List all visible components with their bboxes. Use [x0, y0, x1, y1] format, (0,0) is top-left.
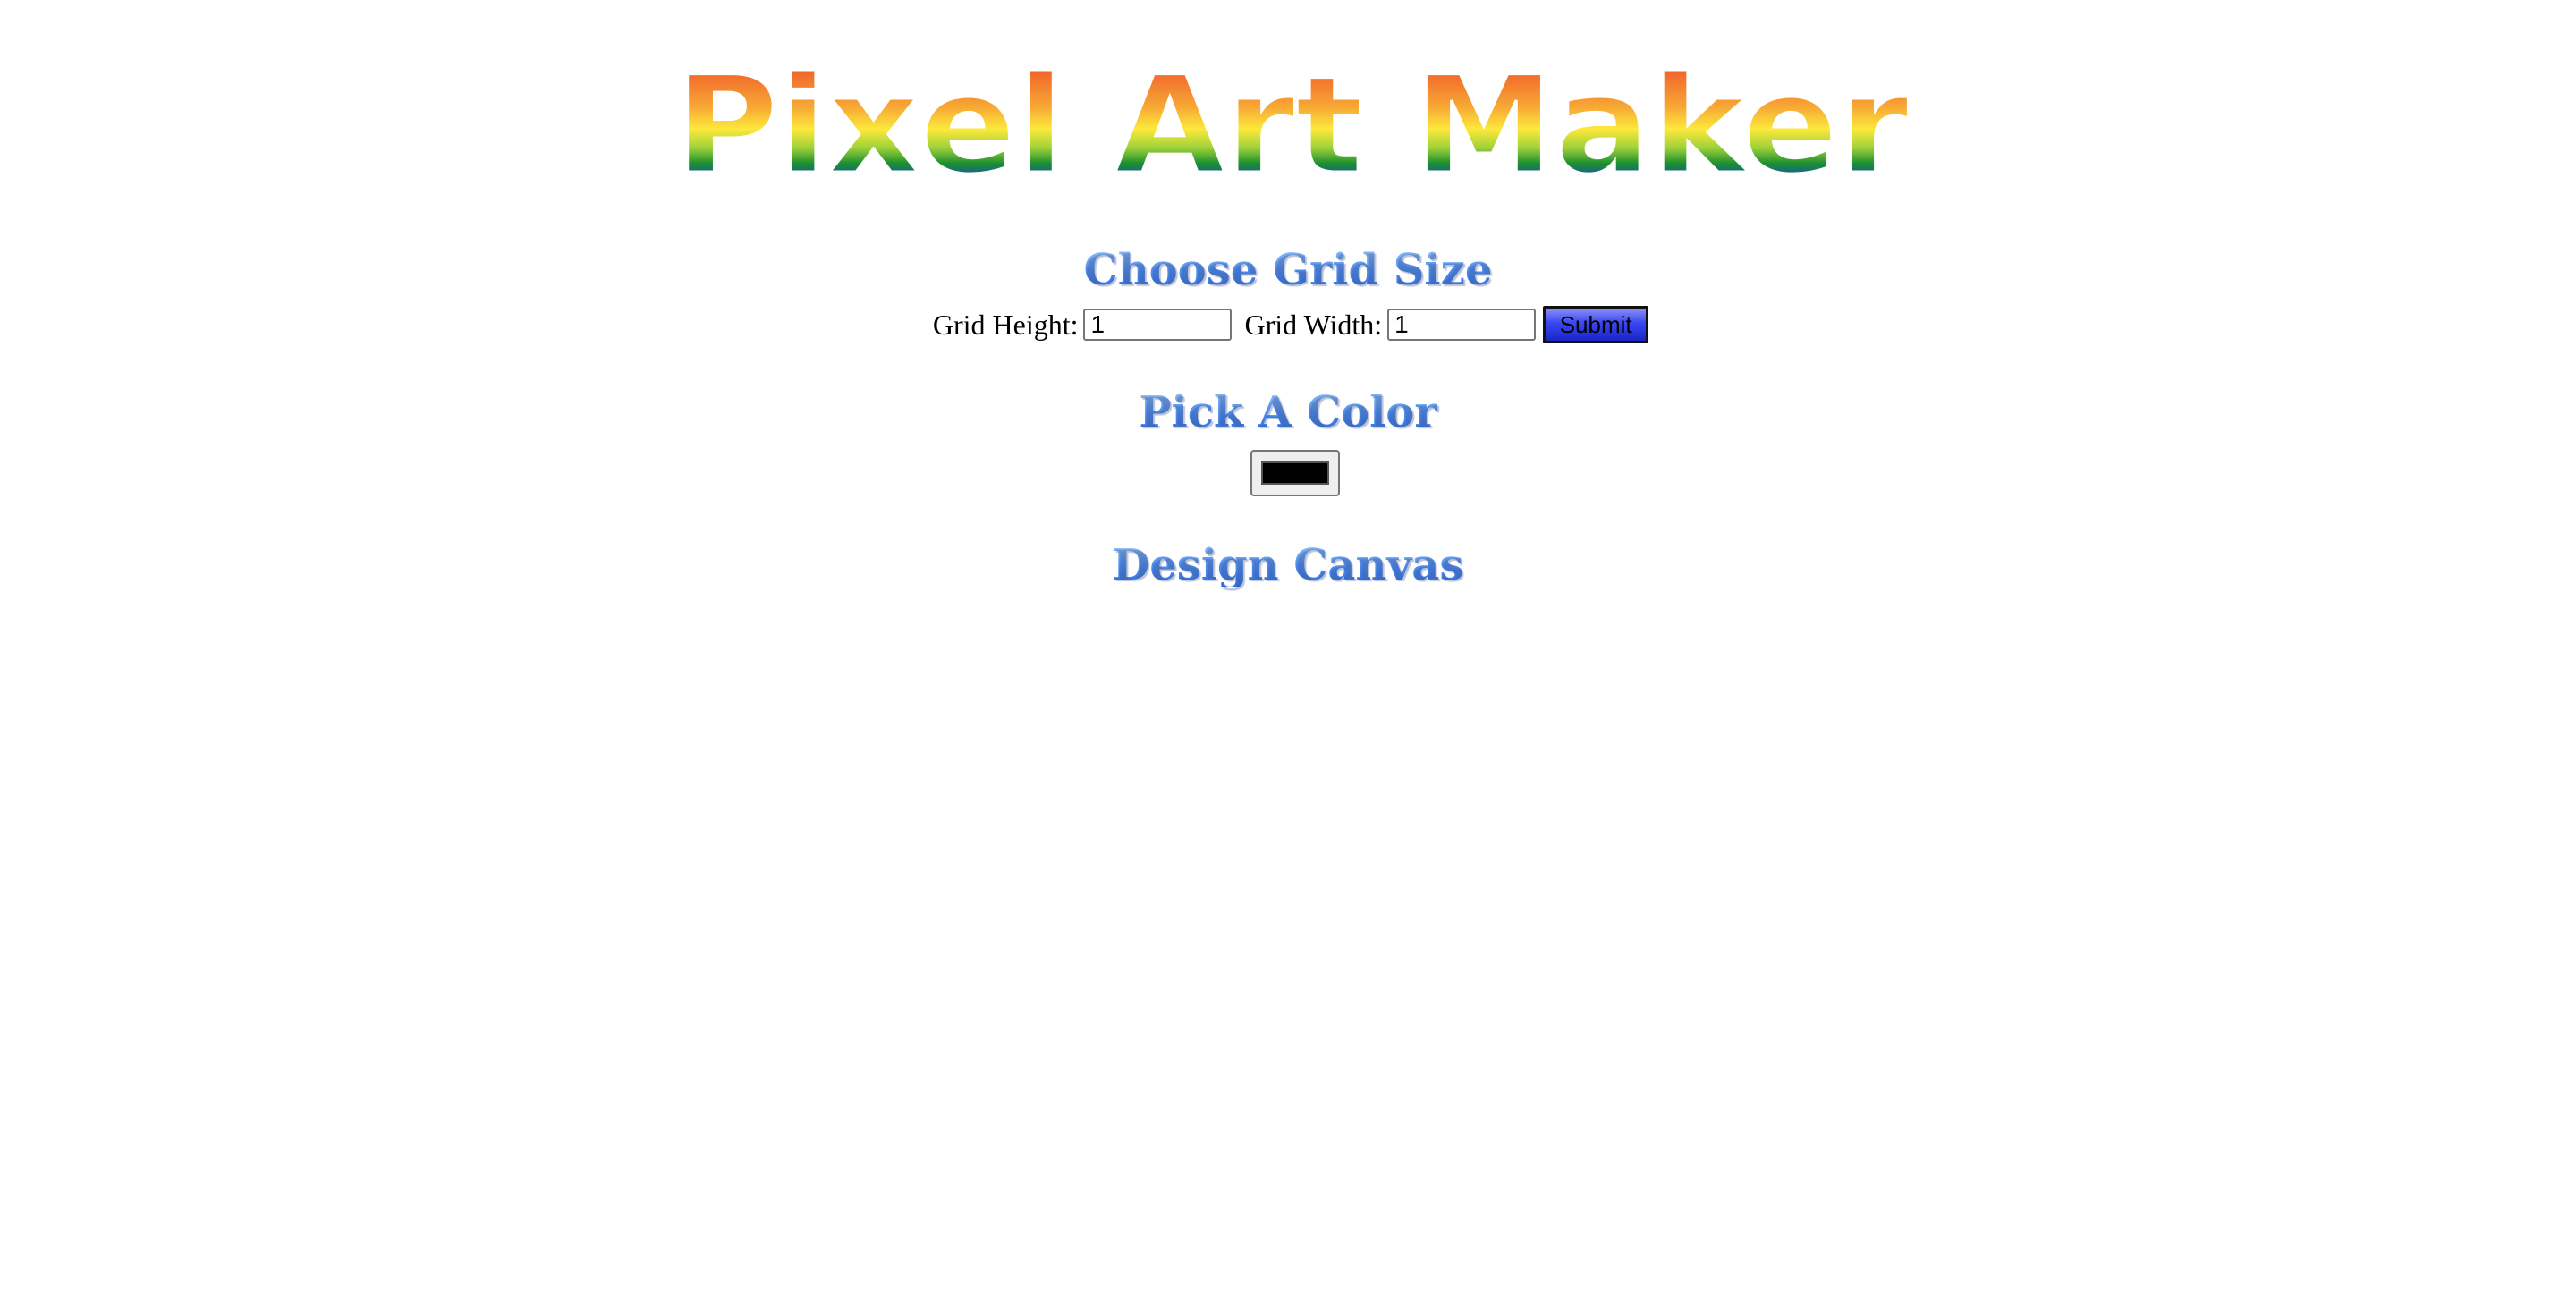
- color-swatch: [1261, 461, 1329, 485]
- grid-width-input[interactable]: [1387, 309, 1537, 341]
- logo-outline: Pixel Art Maker: [674, 63, 1909, 175]
- grid-width-label: Grid Width:: [1244, 308, 1383, 341]
- choose-grid-size-heading: Choose Grid Size: [0, 249, 2576, 292]
- grid-size-form: Grid Height: Grid Width: Submit: [0, 306, 2576, 343]
- pixel-art-maker-logo: Pixel Art Maker Pixel Art Maker: [674, 63, 1911, 175]
- pick-a-color-heading: Pick A Color: [0, 391, 2576, 434]
- grid-height-label: Grid Height:: [932, 308, 1079, 341]
- submit-button[interactable]: Submit: [1543, 306, 1649, 343]
- page: Pixel Art Maker Pixel Art Maker Choose G…: [0, 0, 2576, 1295]
- color-picker[interactable]: [1250, 450, 1340, 496]
- grid-height-input[interactable]: [1083, 309, 1233, 341]
- design-canvas-heading: Design Canvas: [0, 544, 2576, 587]
